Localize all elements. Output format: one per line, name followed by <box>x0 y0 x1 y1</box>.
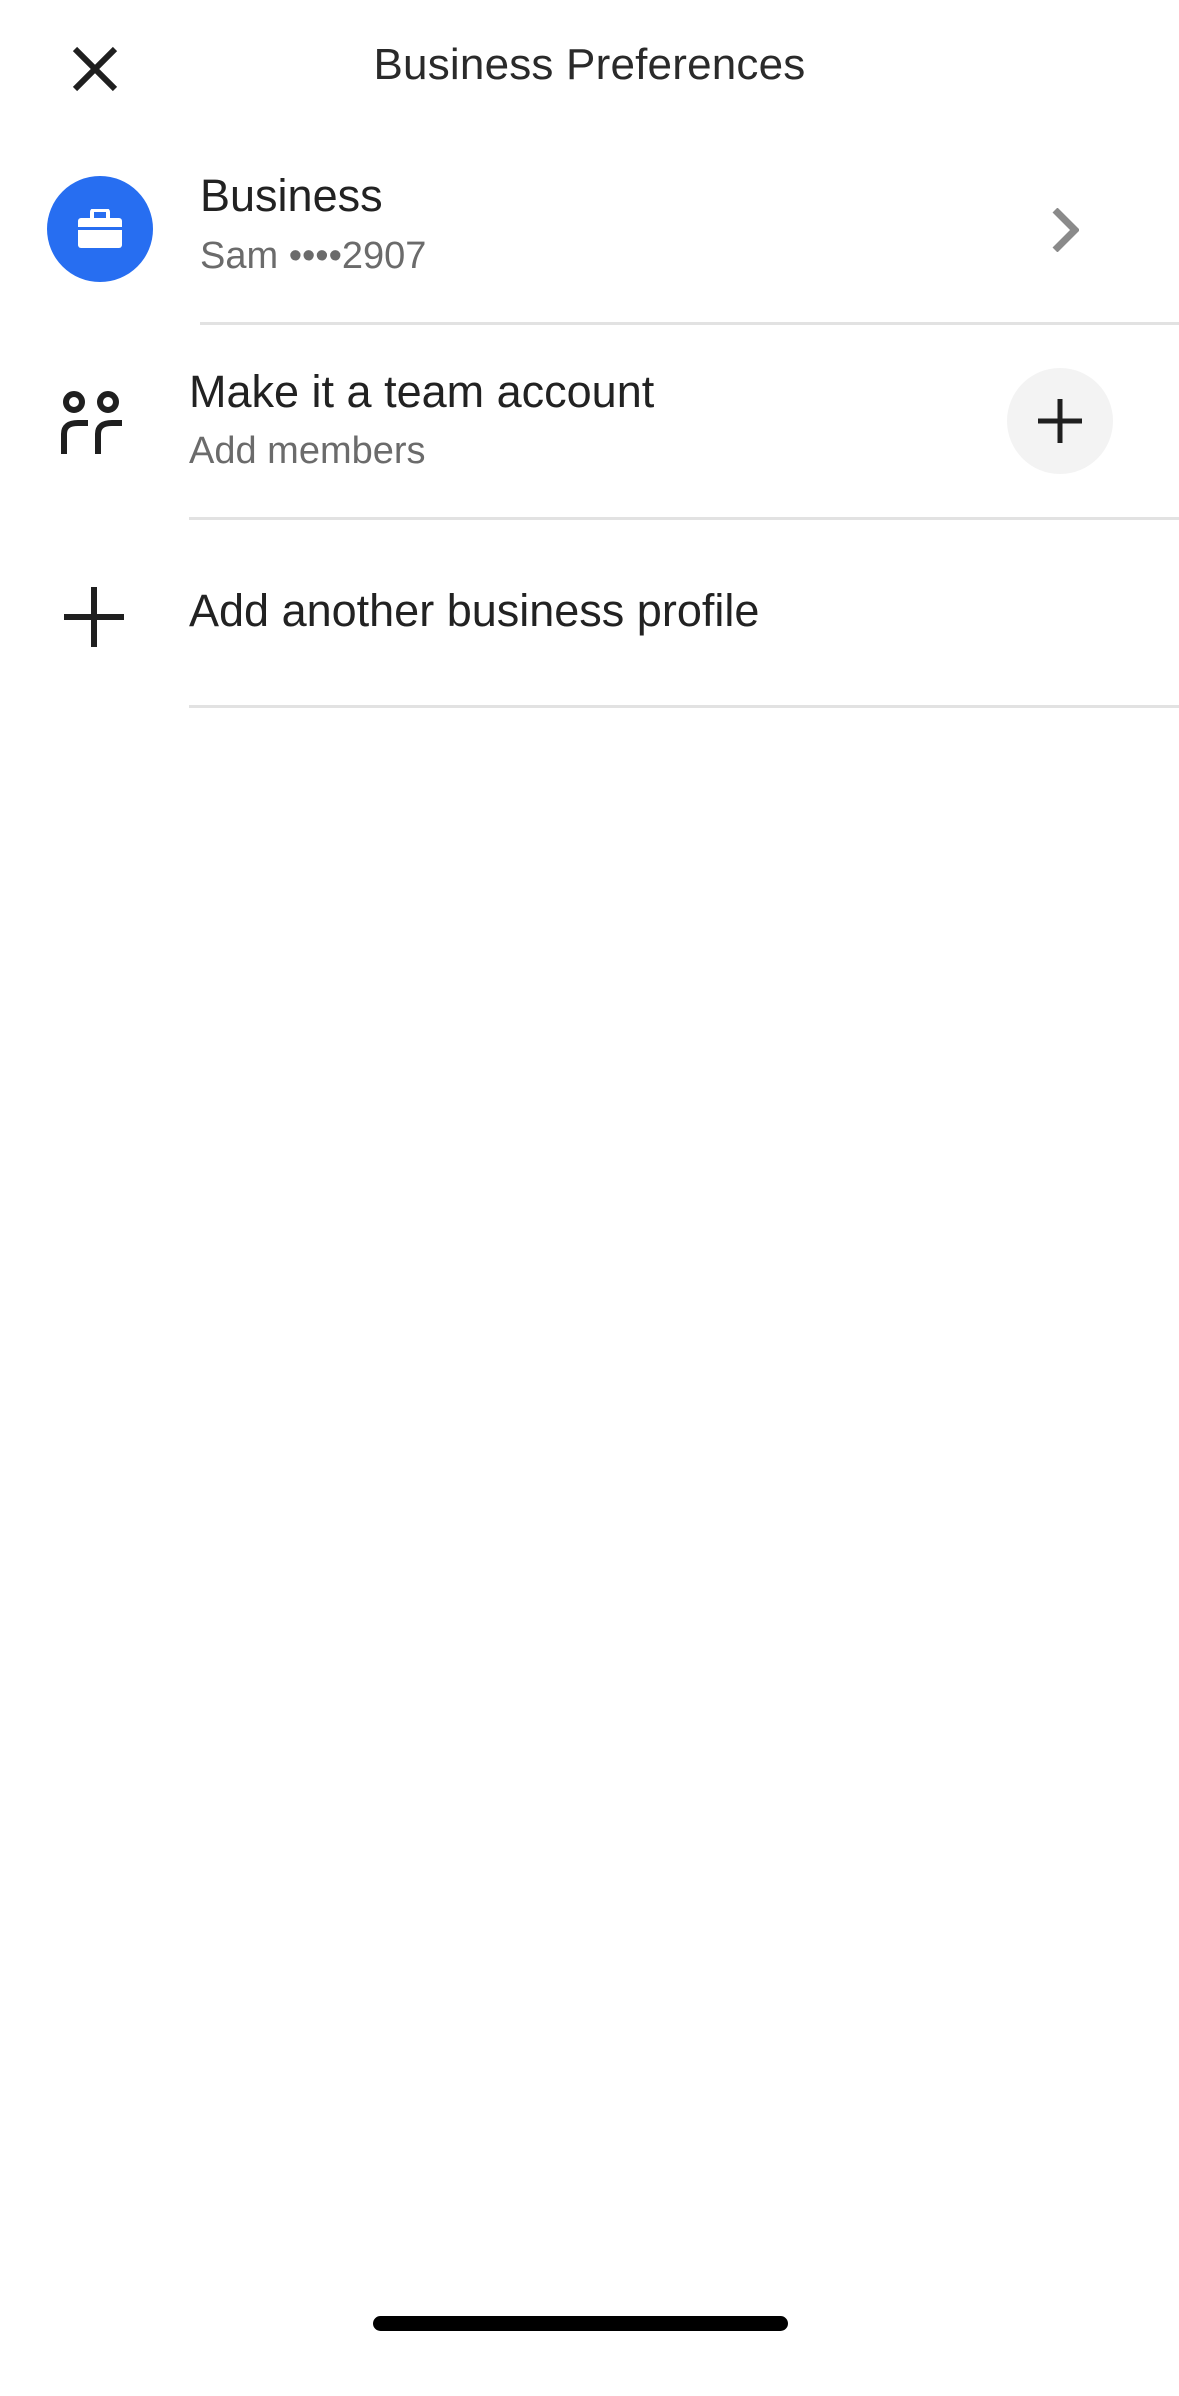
team-account-subtitle: Add members <box>189 430 426 472</box>
team-account-row[interactable]: Make it a team account Add members <box>0 352 1179 522</box>
divider <box>189 705 1179 708</box>
business-profile-subtitle: Sam ••••2907 <box>200 235 427 277</box>
add-business-profile-row[interactable]: Add another business profile <box>0 545 1179 705</box>
header: Business Preferences <box>0 0 1179 135</box>
page-title: Business Preferences <box>373 40 806 89</box>
chevron-right-icon <box>1045 200 1085 260</box>
divider <box>189 517 1179 520</box>
divider <box>200 322 1179 325</box>
business-avatar <box>47 176 153 282</box>
plus-icon <box>1038 399 1082 443</box>
briefcase-icon <box>78 209 122 248</box>
business-profile-title: Business <box>200 170 383 221</box>
home-indicator[interactable] <box>373 2316 788 2331</box>
add-members-button[interactable] <box>1007 368 1113 474</box>
people-icon <box>61 391 122 454</box>
plus-icon <box>64 587 124 647</box>
business-profile-row[interactable]: Business Sam ••••2907 <box>0 160 1179 326</box>
team-account-title: Make it a team account <box>189 366 655 417</box>
add-business-profile-label: Add another business profile <box>189 585 760 636</box>
